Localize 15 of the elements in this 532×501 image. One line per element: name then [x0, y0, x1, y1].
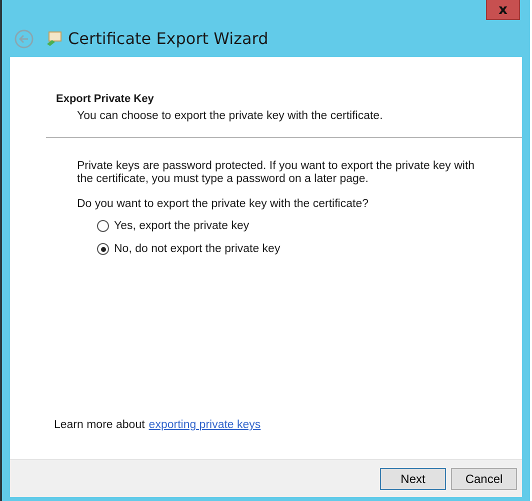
radio-option[interactable]: No, do not export the private key — [97, 243, 522, 255]
radio-option[interactable]: Yes, export the private key — [97, 220, 522, 232]
radio-button[interactable] — [97, 220, 109, 232]
certificate-icon — [46, 30, 62, 46]
page-subheading: You can choose to export the private key with the certificate. — [77, 110, 384, 122]
wizard-button[interactable]: Next — [380, 468, 446, 490]
window-title: Certificate Export Wizard — [68, 29, 268, 48]
close-button[interactable]: x — [486, 0, 520, 20]
learn-more-text: Learn more about — [54, 419, 145, 431]
radio-button[interactable] — [97, 243, 109, 255]
description-text: Private keys are password protected. If you want to export the private key with the certificate, you must type a password on a later page. — [77, 160, 476, 186]
wizard-button[interactable]: Cancel — [451, 468, 517, 490]
page-heading: Export Private Key — [56, 93, 155, 105]
learn-more-link[interactable]: exporting private keys — [148, 419, 261, 431]
question-text: Do you want to export the private key with the certificate? — [77, 198, 370, 210]
